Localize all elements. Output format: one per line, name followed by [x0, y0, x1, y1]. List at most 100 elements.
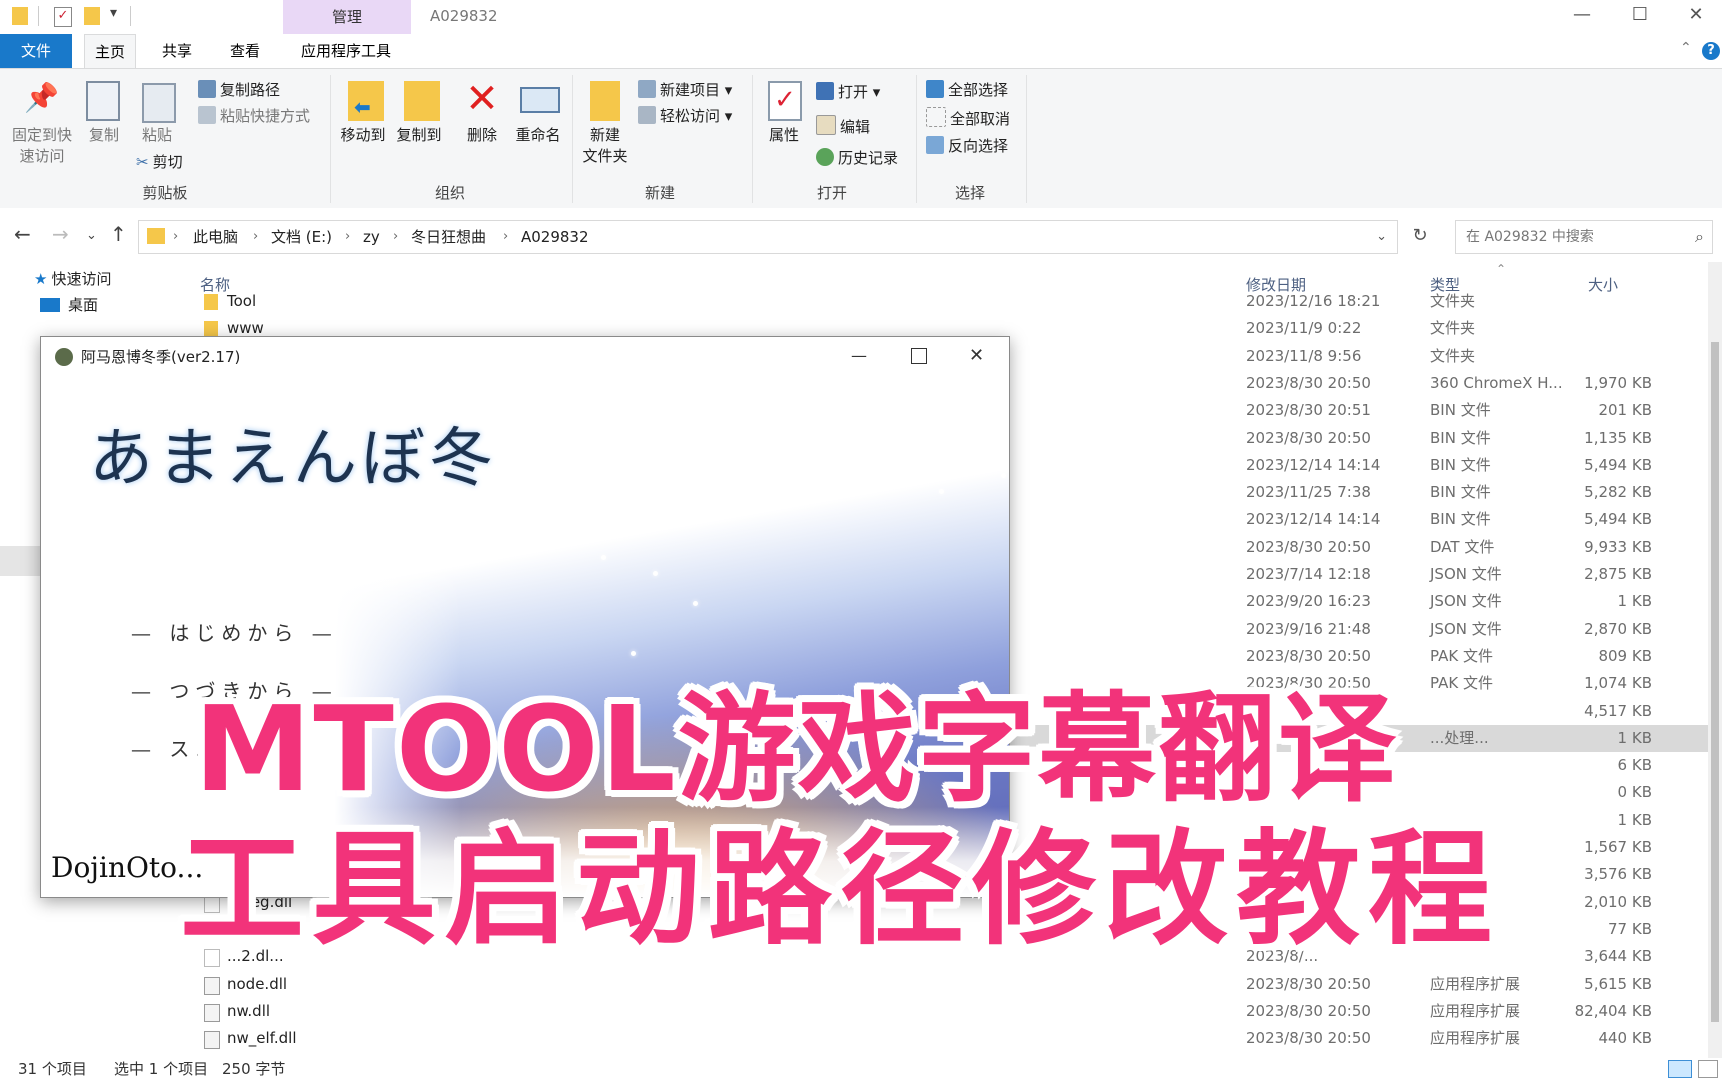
file-type: 文件夹	[1430, 319, 1476, 338]
file-type: 应用程序扩展	[1430, 1029, 1521, 1048]
folder-icon[interactable]	[12, 7, 28, 25]
pin-quick-access-button[interactable]: 固定到快 速访问	[6, 125, 78, 167]
file-size: 5,494 KB	[1584, 510, 1652, 529]
game-maximize-button[interactable]	[911, 348, 927, 364]
game-close-button[interactable]: ✕	[969, 337, 984, 375]
status-item-count: 31 个项目	[18, 1060, 87, 1078]
tab-app-tools[interactable]: 应用程序工具	[290, 34, 402, 68]
file-type: JSON 文件	[1430, 592, 1502, 611]
scissors-icon: ✂	[136, 153, 149, 171]
copy-path-button[interactable]: 复制路径	[198, 79, 280, 101]
search-box[interactable]: 在 A029832 中搜索 ⌕	[1455, 220, 1713, 254]
open-button[interactable]: 打开 ▾	[816, 81, 880, 103]
rename-button[interactable]: 重命名	[510, 125, 566, 146]
new-folder-big-icon	[590, 81, 620, 121]
maximize-button[interactable]: ☐	[1614, 0, 1666, 32]
help-icon[interactable]: ?	[1702, 42, 1720, 60]
file-size: 1 KB	[1617, 810, 1652, 829]
edit-button[interactable]: 编辑	[816, 115, 870, 138]
file-size: 2,875 KB	[1584, 565, 1652, 583]
breadcrumb-drive[interactable]: 文档 (E:)	[271, 221, 332, 253]
properties-check-icon[interactable]: ✓	[54, 7, 72, 27]
qat-dropdown-icon[interactable]: ▾	[110, 5, 117, 21]
up-arrow-icon[interactable]: ↑	[110, 222, 127, 246]
new-folder-icon[interactable]	[84, 7, 100, 25]
breadcrumb-chevron: ›	[345, 229, 351, 244]
rename-icon	[520, 87, 560, 113]
new-folder-button[interactable]: 新建 文件夹	[578, 125, 632, 167]
file-size: 9,933 KB	[1584, 537, 1652, 556]
tab-file[interactable]: 文件	[0, 34, 72, 68]
group-separator	[1026, 75, 1027, 203]
refresh-icon[interactable]: ↻	[1404, 220, 1436, 252]
file-type: BIN 文件	[1430, 401, 1491, 420]
breadcrumb-current[interactable]: A029832	[521, 221, 589, 253]
close-button[interactable]: ✕	[1670, 0, 1722, 32]
nav-desktop[interactable]: 桌面	[40, 294, 98, 315]
table-row[interactable]: nw_elf.dll 2023/8/30 20:50 应用程序扩展 440 KB	[178, 1025, 1708, 1052]
copy-to-button[interactable]: 复制到	[392, 125, 446, 146]
group-separator	[572, 75, 573, 203]
context-tab-manage[interactable]: 管理	[283, 0, 411, 34]
breadcrumb-this-pc[interactable]: 此电脑	[193, 221, 238, 253]
game-window-title: 阿马恩博冬季(ver2.17)	[81, 348, 241, 366]
forward-arrow-icon[interactable]: →	[52, 222, 69, 246]
search-icon[interactable]: ⌕	[1695, 221, 1704, 253]
nav-quick-access[interactable]: ★ 快速访问	[34, 268, 111, 289]
game-title-bar[interactable]: 阿马恩博冬季(ver2.17) — ✕	[41, 337, 1009, 377]
ribbon: 📌 固定到快 速访问 复制 粘贴 复制路径 粘贴快捷方式 ✂ 剪切 剪贴板 ⬅ 移…	[0, 68, 1722, 210]
easy-access-button[interactable]: 轻松访问 ▾	[638, 105, 732, 127]
file-type: ...处理...	[1430, 728, 1489, 747]
move-to-button[interactable]: 移动到	[336, 125, 390, 146]
select-all-button[interactable]: 全部选择	[926, 79, 1008, 101]
history-button[interactable]: 历史记录	[816, 147, 898, 169]
properties-button[interactable]: 属性	[760, 125, 808, 146]
breadcrumb-zy[interactable]: zy	[363, 221, 380, 253]
file-size: 0 KB	[1617, 783, 1652, 802]
file-size: 77 KB	[1608, 919, 1652, 938]
back-arrow-icon[interactable]: ←	[14, 222, 31, 246]
file-name: node.dll	[227, 974, 288, 993]
delete-button[interactable]: 删除	[458, 125, 506, 146]
edit-icon	[816, 115, 836, 135]
easy-access-icon	[638, 106, 656, 124]
file-size: 4,517 KB	[1584, 701, 1652, 720]
game-minimize-button[interactable]: —	[851, 337, 867, 375]
new-item-button[interactable]: 新建项目 ▾	[638, 79, 732, 101]
file-size: 5,494 KB	[1584, 455, 1652, 474]
file-date: 2023/9/20 16:23	[1246, 592, 1371, 611]
address-bar[interactable]: › 此电脑 › 文档 (E:) › zy › 冬日狂想曲 › A029832 ⌄	[138, 220, 1398, 254]
title-bar: ✓ ▾ 管理 A029832 — ☐ ✕	[0, 0, 1722, 34]
tab-view[interactable]: 查看	[220, 34, 270, 68]
file-size: 5,615 KB	[1584, 974, 1652, 993]
file-date: 2023/8/30 20:50	[1246, 537, 1371, 556]
invert-selection-button[interactable]: 反向选择	[926, 135, 1008, 157]
paste-button[interactable]: 粘贴	[136, 125, 178, 146]
table-row[interactable]: Tool 2023/12/16 18:21 文件夹	[178, 288, 1708, 315]
table-row[interactable]: nw.dll 2023/8/30 20:50 应用程序扩展 82,404 KB	[178, 998, 1708, 1025]
table-row[interactable]: node.dll 2023/8/30 20:50 应用程序扩展 5,615 KB	[178, 971, 1708, 998]
file-size: 1,135 KB	[1584, 428, 1652, 447]
collapse-ribbon-icon[interactable]: ⌃	[1680, 40, 1692, 56]
details-view-icon[interactable]	[1668, 1060, 1692, 1078]
select-none-button[interactable]: 全部取消	[926, 107, 1010, 130]
tab-share[interactable]: 共享	[152, 34, 202, 68]
file-name: nw.dll	[227, 1001, 271, 1020]
tab-home[interactable]: 主页	[84, 34, 136, 69]
caption-line-1: MTOOL游戏字幕翻译	[194, 680, 1398, 818]
file-date: 2023/12/14 14:14	[1246, 455, 1381, 474]
minimize-button[interactable]: —	[1556, 0, 1608, 32]
menu-new-game[interactable]: — はじめから —	[131, 617, 338, 646]
search-placeholder[interactable]: 在 A029832 中搜索	[1466, 221, 1594, 253]
cut-button[interactable]: ✂ 剪切	[136, 151, 183, 173]
recent-dropdown-icon[interactable]: ⌄	[86, 228, 97, 243]
copy-button[interactable]: 复制	[84, 125, 124, 146]
breadcrumb-folder[interactable]: 冬日狂想曲	[411, 221, 486, 253]
status-bar: 31 个项目 选中 1 个项目 250 字节	[0, 1058, 1722, 1080]
paste-shortcut-button[interactable]: 粘贴快捷方式	[198, 105, 310, 127]
file-date: 2023/12/16 18:21	[1246, 292, 1381, 310]
vertical-scrollbar[interactable]	[1708, 262, 1722, 1058]
address-dropdown-icon[interactable]: ⌄	[1376, 221, 1387, 253]
scrollbar-thumb[interactable]	[1711, 342, 1719, 1022]
large-icons-view-icon[interactable]	[1698, 1060, 1718, 1078]
